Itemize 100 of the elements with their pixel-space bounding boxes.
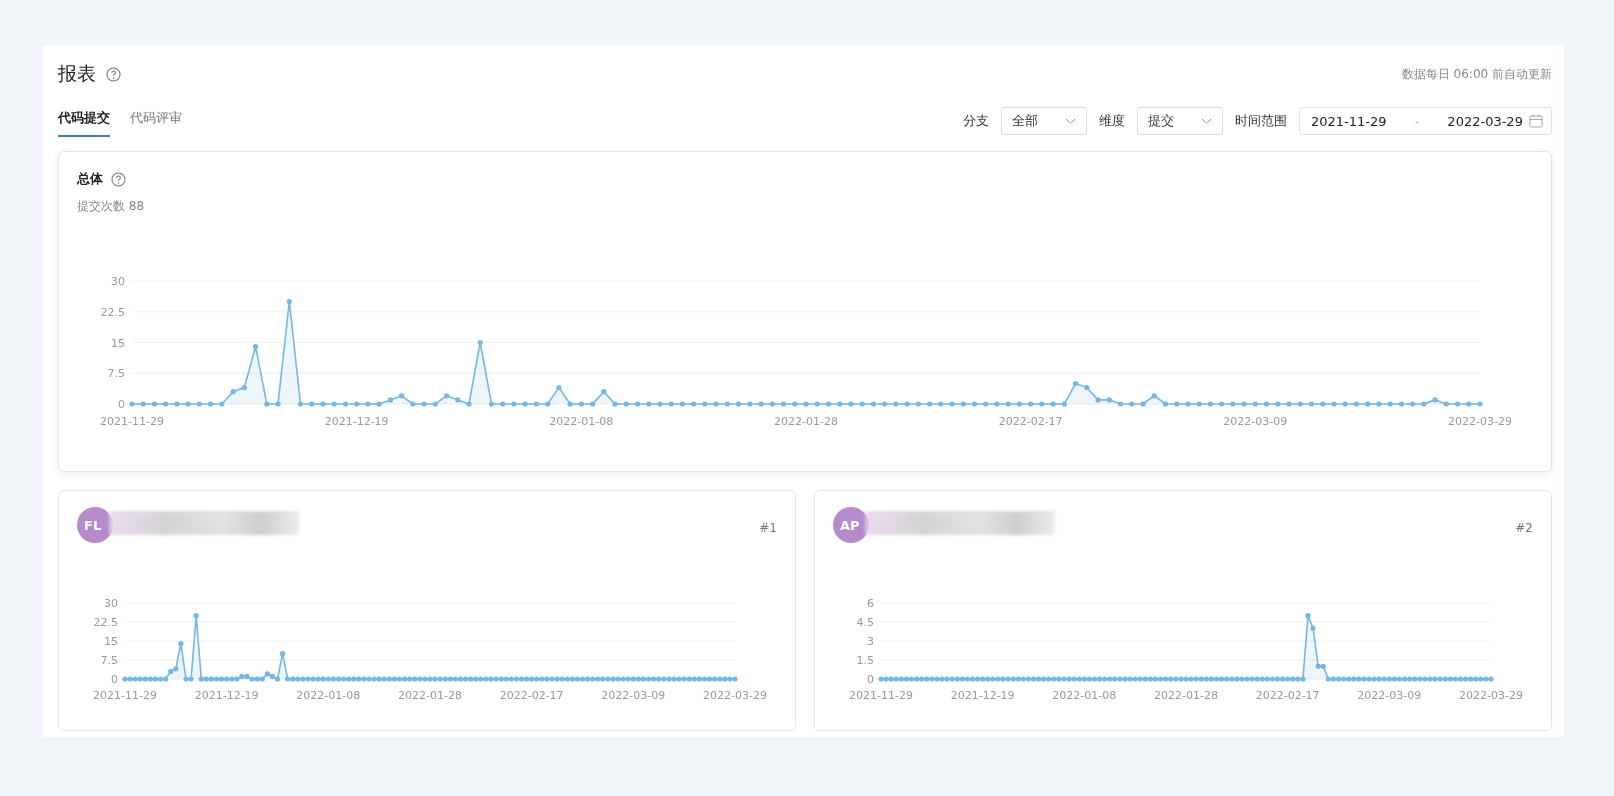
select-field[interactable]: 提交 — [1137, 107, 1223, 135]
data-point — [983, 401, 989, 407]
data-point — [1084, 385, 1090, 391]
data-point — [1174, 401, 1180, 407]
data-point — [713, 401, 719, 407]
axis-label: 2022-03-29 — [703, 689, 767, 702]
data-point — [1196, 401, 1202, 407]
filter-label: 维度 — [1099, 112, 1125, 130]
page-title: 报表 — [58, 61, 96, 86]
data-point — [264, 401, 270, 407]
data-point — [280, 651, 286, 657]
data-point — [904, 401, 910, 407]
data-point — [578, 401, 584, 407]
data-point — [792, 401, 798, 407]
data-point — [1162, 401, 1169, 407]
data-point — [1454, 401, 1461, 407]
date-range-field[interactable]: 2021-11-29 - 2022-03-29 — [1299, 107, 1552, 135]
data-point — [1331, 401, 1337, 407]
data-point — [848, 401, 854, 407]
data-point — [1308, 401, 1315, 407]
data-point — [178, 640, 184, 647]
data-point — [567, 401, 573, 407]
axis-label: 7.5 — [107, 367, 125, 381]
axis-label: 4.5 — [856, 616, 874, 629]
data-point — [1297, 401, 1303, 407]
axis-label: 2022-01-08 — [549, 415, 614, 428]
axis-label: 2022-02-17 — [1255, 689, 1320, 702]
data-point — [230, 389, 236, 395]
data-point — [185, 401, 191, 407]
data-point — [1353, 401, 1360, 407]
data-point — [994, 401, 1000, 407]
axis-label: 30 — [111, 275, 125, 288]
data-point — [387, 397, 393, 403]
data-point — [1140, 401, 1146, 407]
data-point — [646, 401, 652, 407]
axis-label: 2021-11-29 — [93, 689, 157, 702]
data-point — [1028, 401, 1034, 407]
data-point — [488, 401, 495, 407]
data-point — [1365, 401, 1371, 407]
data-point — [668, 401, 674, 407]
axis-label: 1.5 — [856, 654, 874, 667]
axis-label: 2022-03-29 — [1448, 415, 1512, 428]
chevron-down-icon — [1065, 117, 1076, 125]
data-point — [657, 401, 663, 407]
data-point — [825, 401, 832, 407]
axis-label: 0 — [118, 398, 125, 411]
data-point — [500, 401, 506, 407]
data-point — [960, 401, 966, 407]
data-point — [511, 401, 517, 407]
rank-label: #2 — [1515, 521, 1533, 535]
data-point — [286, 298, 292, 305]
data-point — [1219, 401, 1225, 407]
data-point — [803, 401, 809, 407]
data-point — [241, 385, 247, 391]
data-point — [140, 401, 146, 407]
data-point — [1039, 401, 1045, 407]
axis-label: 2022-03-09 — [1357, 689, 1422, 702]
data-point — [1185, 401, 1191, 407]
data-point — [926, 401, 933, 407]
axis-label: 22.5 — [93, 616, 118, 629]
data-point — [736, 401, 742, 407]
data-point — [533, 401, 539, 407]
axis-label: 0 — [867, 673, 874, 686]
update-note: 数据每日 06:00 前自动更新 — [1401, 65, 1552, 83]
data-point — [556, 385, 562, 391]
filter-label: 时间范围 — [1235, 112, 1287, 130]
axis-label: 0 — [111, 673, 118, 686]
tab[interactable]: 代码评审 — [130, 109, 182, 137]
data-point — [1230, 401, 1236, 407]
data-point — [432, 401, 438, 407]
data-point — [219, 401, 225, 407]
data-point — [545, 401, 551, 407]
data-point — [1275, 401, 1281, 407]
data-point — [477, 339, 483, 346]
axis-label: 2022-01-08 — [1052, 689, 1117, 702]
commit-count: 提交次数 88 — [77, 198, 146, 215]
data-point — [399, 393, 405, 399]
data-point — [893, 401, 899, 407]
data-point — [129, 401, 135, 407]
axis-label: 2022-02-17 — [499, 689, 564, 702]
axis-label: 2021-11-29 — [849, 689, 913, 702]
data-point — [634, 401, 641, 407]
data-point — [410, 401, 416, 407]
data-point — [1106, 397, 1112, 403]
tab[interactable]: 代码提交 — [58, 109, 110, 137]
data-point — [1117, 401, 1124, 407]
data-point — [702, 401, 708, 407]
data-point — [870, 401, 876, 407]
data-point — [724, 401, 730, 407]
data-point — [612, 401, 618, 407]
rank-label: #1 — [759, 521, 777, 535]
data-point — [421, 401, 427, 407]
card-title: 总体 — [77, 170, 103, 188]
data-point — [342, 401, 349, 407]
axis-label: 30 — [104, 597, 118, 610]
axis-label: 2022-01-08 — [296, 689, 361, 702]
data-point — [196, 401, 202, 407]
axis-label: 2022-01-28 — [1154, 689, 1218, 702]
select-field[interactable]: 全部 — [1001, 107, 1087, 135]
data-point — [1005, 401, 1011, 407]
